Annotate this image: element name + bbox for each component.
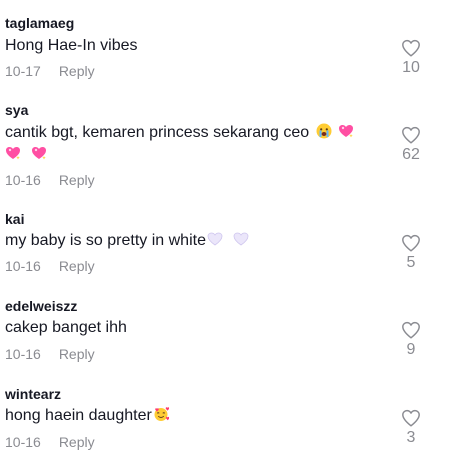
comment-username[interactable]: sya	[5, 102, 28, 118]
comment-text: cantik bgt, kemaren princess sekarang ce…	[5, 122, 375, 166]
comment-text: my baby is so pretty in white	[5, 230, 375, 252]
heart-outline-icon	[402, 234, 420, 252]
comment-date: 10-16	[5, 172, 41, 188]
comment-text-content: cantik bgt, kemaren princess sekarang ce…	[5, 124, 310, 141]
comment-text-content: Hong Hae-In vibes	[5, 37, 138, 54]
comment-text: cakep banget ihh	[5, 317, 375, 339]
comment-username[interactable]: edelweiszz	[5, 298, 77, 314]
like-button[interactable]: 9	[396, 321, 426, 359]
comment-text: Hong Hae-In vibes	[5, 35, 375, 57]
comment-date: 10-16	[5, 258, 41, 274]
comment-username[interactable]: kai	[5, 211, 24, 227]
comment-meta: 10-16 Reply	[5, 346, 95, 362]
like-button[interactable]: 62	[396, 126, 426, 164]
reply-button[interactable]: Reply	[59, 172, 95, 188]
comment-date: 10-16	[5, 346, 41, 362]
smiling-face-with-hearts-emoji	[154, 407, 169, 421]
comment-meta: 10-16 Reply	[5, 172, 95, 188]
heart-outline-icon	[402, 39, 420, 57]
sparkling-heart-emoji	[6, 147, 20, 160]
crying-face-emoji	[316, 123, 332, 139]
like-count: 5	[406, 254, 416, 271]
comment-date: 10-16	[5, 434, 41, 450]
comment-text-content: my baby is so pretty in white	[5, 232, 206, 249]
reply-button[interactable]: Reply	[59, 63, 95, 79]
like-count: 3	[406, 429, 416, 446]
reply-button[interactable]: Reply	[59, 346, 95, 362]
sparkling-heart-emoji	[339, 125, 354, 138]
comment-text-content: cakep banget ihh	[5, 319, 127, 336]
comment-meta: 10-16 Reply	[5, 258, 95, 274]
comment-username[interactable]: wintearz	[5, 386, 61, 402]
like-count: 10	[402, 59, 420, 76]
comment-text: hong haein daughter	[5, 405, 375, 427]
like-button[interactable]: 3	[396, 409, 426, 447]
comment-meta: 10-16 Reply	[5, 434, 95, 450]
reply-button[interactable]: Reply	[59, 258, 95, 274]
like-button[interactable]: 10	[396, 39, 426, 77]
heart-outline-icon	[402, 126, 420, 144]
comment-username[interactable]: taglamaeg	[5, 15, 74, 31]
like-count: 62	[402, 146, 420, 163]
heart-outline-icon	[402, 321, 420, 339]
like-button[interactable]: 5	[396, 234, 426, 272]
white-heart-emoji	[234, 232, 249, 246]
like-count: 9	[406, 341, 416, 358]
comment-text-content: hong haein daughter	[5, 407, 152, 424]
white-heart-emoji	[207, 232, 223, 246]
comment-meta: 10-17 Reply	[5, 63, 95, 79]
heart-outline-icon	[402, 409, 420, 427]
comment-date: 10-17	[5, 63, 41, 79]
sparkling-heart-emoji	[32, 147, 47, 160]
reply-button[interactable]: Reply	[59, 434, 95, 450]
